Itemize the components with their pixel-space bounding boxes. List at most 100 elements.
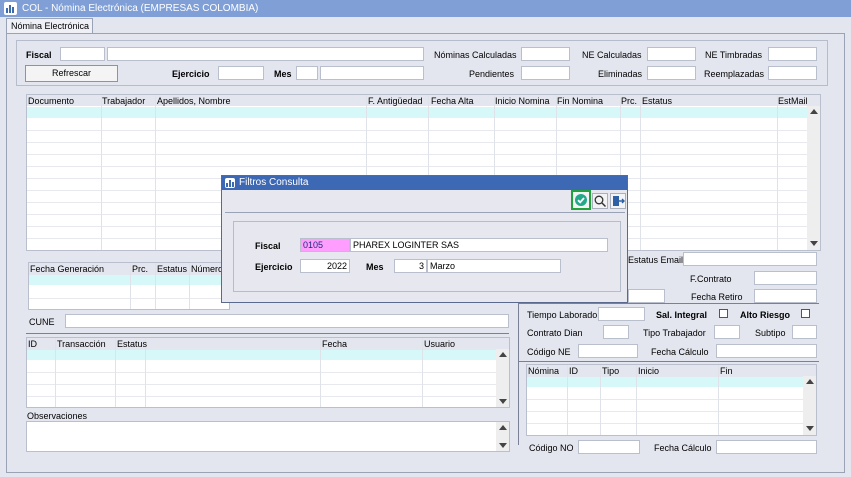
col-estatus-gen[interactable]: Estatus xyxy=(157,264,187,274)
tab-nomina-electronica[interactable]: Nómina Electrónica xyxy=(6,18,93,33)
scroll-down-icon[interactable] xyxy=(806,426,814,431)
fecha-retiro-field xyxy=(754,289,817,303)
filtros-consulta-dialog: Filtros Consulta Fiscal 0105 PHAREX LOGI… xyxy=(221,175,628,303)
col-inicio-nomina[interactable]: Inicio Nomina xyxy=(495,96,550,106)
col-nomina[interactable]: Nómina xyxy=(528,366,559,376)
mes-number-field[interactable] xyxy=(296,66,318,80)
col-f-antiguedad[interactable]: F. Antigüedad xyxy=(368,96,423,106)
window-title-bar: COL - Nómina Electrónica (EMPRESAS COLOM… xyxy=(0,0,851,17)
dialog-ejercicio-label: Ejercicio xyxy=(255,262,293,272)
col-estmail[interactable]: EstMail xyxy=(778,96,808,106)
scroll-down-icon[interactable] xyxy=(499,443,507,448)
col-usuario[interactable]: Usuario xyxy=(424,339,455,349)
nomina-grid[interactable]: Nómina ID Tipo Inicio Fin xyxy=(526,364,817,436)
tiempo-laborado-label: Tiempo Laborado xyxy=(527,310,598,320)
observaciones-label: Observaciones xyxy=(27,411,88,421)
dialog-title-bar[interactable]: Filtros Consulta xyxy=(222,176,627,190)
estatus-email-field xyxy=(683,252,817,266)
fiscal-code-field[interactable] xyxy=(60,47,105,61)
accept-check-icon xyxy=(575,194,587,206)
transactions-scrollbar[interactable] xyxy=(496,349,509,407)
refresh-button[interactable]: Refrescar xyxy=(25,65,118,82)
scroll-down-icon[interactable] xyxy=(499,399,507,404)
scroll-down-icon[interactable] xyxy=(810,241,818,246)
contrato-dian-field xyxy=(603,325,629,339)
col-transaccion[interactable]: Transacción xyxy=(57,339,106,349)
generations-grid[interactable]: Fecha Generación Prc. Estatus Número xyxy=(28,262,230,310)
tipo-trabajador-field xyxy=(714,325,740,339)
col-fin-nomina[interactable]: Fin Nomina xyxy=(557,96,603,106)
codigo-ne-label: Código NE xyxy=(527,347,571,357)
alto-riesgo-checkbox[interactable] xyxy=(801,309,810,318)
selected-row[interactable] xyxy=(27,107,820,118)
ne-timbradas-field xyxy=(768,47,817,61)
dialog-hidden-field xyxy=(628,289,665,303)
tipo-trabajador-label: Tipo Trabajador xyxy=(643,328,706,338)
search-icon xyxy=(594,195,607,208)
dialog-fiscal-name-field[interactable]: PHAREX LOGINTER SAS xyxy=(350,238,608,252)
col-fin[interactable]: Fin xyxy=(720,366,733,376)
contrato-dian-label: Contrato Dian xyxy=(527,328,583,338)
scroll-up-icon[interactable] xyxy=(499,425,507,430)
col-tipo[interactable]: Tipo xyxy=(602,366,619,376)
col-apellidos-nombre[interactable]: Apellidos, Nombre xyxy=(157,96,231,106)
transactions-grid[interactable]: ID Transacción Estatus Fecha Usuario xyxy=(26,337,510,408)
col-numero[interactable]: Número xyxy=(191,264,223,274)
col-prc[interactable]: Prc. xyxy=(621,96,637,106)
eliminadas-label: Eliminadas xyxy=(598,69,643,79)
scroll-up-icon[interactable] xyxy=(810,109,818,114)
fecha-calculo-no-label: Fecha Cálculo xyxy=(654,443,712,453)
col-fecha-generacion[interactable]: Fecha Generación xyxy=(30,264,104,274)
fecha-calculo-no-field xyxy=(716,440,817,454)
col-trabajador[interactable]: Trabajador xyxy=(102,96,145,106)
col-estatus[interactable]: Estatus xyxy=(642,96,672,106)
main-grid-scrollbar[interactable] xyxy=(807,106,820,250)
eliminadas-field xyxy=(647,66,696,80)
sal-integral-checkbox[interactable] xyxy=(719,309,728,318)
window-title: COL - Nómina Electrónica (EMPRESAS COLOM… xyxy=(22,3,259,14)
dialog-fiscal-label: Fiscal xyxy=(255,241,281,251)
col-fecha[interactable]: Fecha xyxy=(322,339,347,349)
reemplazadas-field xyxy=(768,66,817,80)
exit-button[interactable] xyxy=(610,193,626,209)
accept-button[interactable] xyxy=(571,190,591,210)
dialog-mes-number-field[interactable]: 3 xyxy=(394,259,427,273)
dialog-mes-label: Mes xyxy=(366,262,384,272)
ejercicio-label: Ejercicio xyxy=(172,69,210,79)
pendientes-label: Pendientes xyxy=(469,69,515,79)
observaciones-scrollbar[interactable] xyxy=(496,422,509,451)
col-id[interactable]: ID xyxy=(28,339,37,349)
cune-label: CUNE xyxy=(29,317,55,327)
fiscal-name-field[interactable] xyxy=(107,47,424,61)
scroll-up-icon[interactable] xyxy=(806,379,814,384)
dialog-ejercicio-field[interactable]: 2022 xyxy=(300,259,350,273)
codigo-ne-field xyxy=(578,344,638,358)
dialog-mes-name-field[interactable]: Marzo xyxy=(427,259,561,273)
ejercicio-field[interactable] xyxy=(218,66,264,80)
ne-calculadas-label: NE Calculadas xyxy=(582,50,642,60)
mes-label: Mes xyxy=(274,69,292,79)
f-contrato-label: F.Contrato xyxy=(690,274,732,284)
observaciones-textarea[interactable] xyxy=(26,421,510,452)
nominas-calculadas-label: Nóminas Calculadas xyxy=(434,50,517,60)
fecha-retiro-label: Fecha Retiro xyxy=(691,292,743,302)
estatus-email-label: Estatus Email xyxy=(628,255,684,265)
col-documento[interactable]: Documento xyxy=(28,96,74,106)
f-contrato-field xyxy=(754,271,817,285)
exit-icon xyxy=(613,196,625,206)
nomina-scrollbar[interactable] xyxy=(803,376,816,435)
mes-name-field[interactable] xyxy=(320,66,424,80)
col-prc-gen[interactable]: Prc. xyxy=(132,264,148,274)
ne-timbradas-label: NE Timbradas xyxy=(705,50,763,60)
col-fecha-alta[interactable]: Fecha Alta xyxy=(431,96,474,106)
search-button[interactable] xyxy=(592,193,608,209)
dialog-fiscal-code-field[interactable]: 0105 xyxy=(300,238,350,252)
col-inicio[interactable]: Inicio xyxy=(638,366,659,376)
col-estatus-trans[interactable]: Estatus xyxy=(117,339,147,349)
dialog-app-icon xyxy=(225,178,235,188)
scroll-up-icon[interactable] xyxy=(499,352,507,357)
fiscal-label: Fiscal xyxy=(26,50,52,60)
dialog-filter-group xyxy=(233,221,621,292)
col-id-nomina[interactable]: ID xyxy=(569,366,578,376)
alto-riesgo-label: Alto Riesgo xyxy=(740,310,791,320)
